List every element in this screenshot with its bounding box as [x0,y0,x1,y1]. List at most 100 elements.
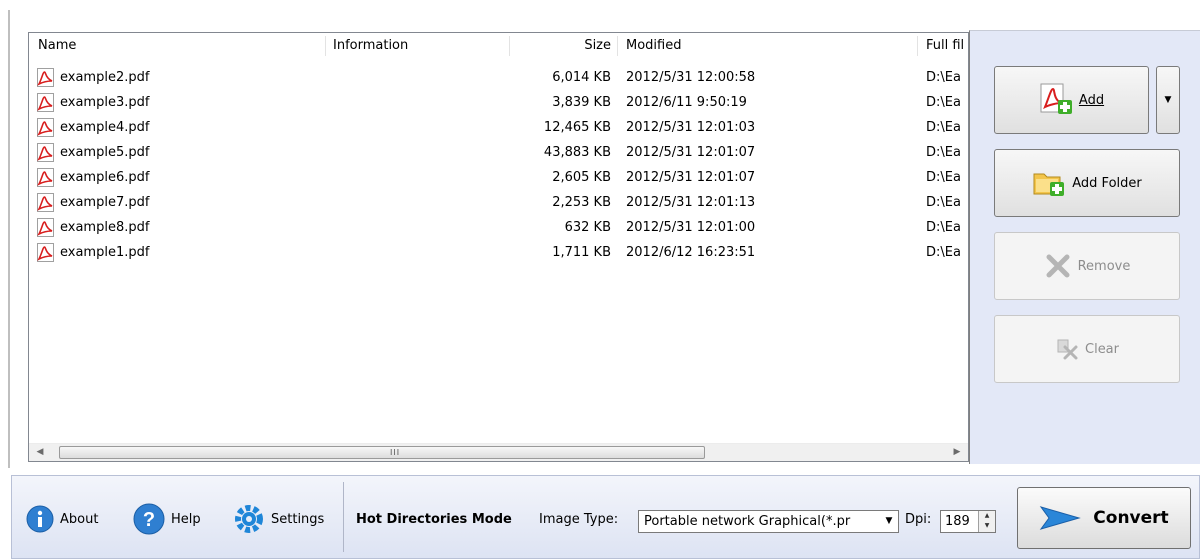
size-cell: 43,883 KB [543,145,611,160]
table-row[interactable]: example1.pdf 1,711 KB 2012/6/12 16:23:51 D:… [29,240,968,265]
full-path-cell: D:\Ea [926,170,961,185]
table-row[interactable]: example3.pdf 3,839 KB 2012/6/11 9:50:19 D:\… [29,90,968,115]
add-folder-icon [1033,173,1065,196]
clear-button[interactable]: Clear [994,315,1180,383]
image-type-select[interactable]: Portable network Graphical(*.pr ▼ [638,510,899,533]
table-row[interactable]: example8.pdf 632 KB 2012/5/31 12:01:00 D:\E… [29,215,968,240]
dpi-input[interactable]: 189 ▲ ▼ [940,510,996,533]
size-cell: 632 KB [564,220,611,235]
file-name-cell: example8.pdf [60,220,150,235]
about-button[interactable]: About [26,504,98,534]
spin-down-icon[interactable]: ▼ [979,521,995,531]
column-header-modified[interactable]: Modified [626,33,906,59]
file-list[interactable]: Name Information Size Modified Full fil … [28,32,969,462]
modified-cell: 2012/5/31 12:01:07 [626,170,756,185]
size-cell: 2,605 KB [552,170,611,185]
dpi-spinner[interactable]: ▲ ▼ [978,511,995,532]
dpi-label: Dpi: [905,504,931,534]
file-name-cell: example4.pdf [60,120,150,135]
table-row[interactable]: example5.pdf 43,883 KB 2012/5/31 12:01:07 D… [29,140,968,165]
dropdown-arrow-icon: ▼ [1164,95,1172,105]
pdf-file-icon [37,168,54,187]
add-folder-button-label: Add Folder [1072,175,1142,191]
hot-directories-mode-button[interactable]: Hot Directories Mode [356,504,512,534]
full-path-cell: D:\Ea [926,95,961,110]
add-button-label: Add [1078,92,1105,108]
chevron-down-icon[interactable]: ▼ [880,511,898,532]
gear-icon [235,505,263,533]
full-path-cell: D:\Ea [926,220,961,235]
scrollbar-grip-icon: III [390,448,401,457]
help-label: Help [171,511,201,527]
information-cell [333,190,503,215]
modified-cell: 2012/5/31 12:01:07 [626,145,756,160]
column-separator[interactable] [325,36,326,56]
full-path-cell: D:\Ea [926,195,961,210]
column-separator[interactable] [509,36,510,56]
settings-label: Settings [271,511,325,527]
spin-up-icon[interactable]: ▲ [979,511,995,521]
table-row[interactable]: example6.pdf 2,605 KB 2012/5/31 12:01:07 D:… [29,165,968,190]
dpi-label-text: Dpi: [905,511,932,527]
full-path-cell: D:\Ea [926,245,961,260]
list-header: Name Information Size Modified Full fil [29,33,968,59]
information-cell [333,215,503,240]
modified-cell: 2012/6/12 16:23:51 [626,245,756,260]
help-button[interactable]: ? Help [133,503,201,535]
window-left-edge [8,10,10,468]
information-cell [333,90,503,115]
pdf-file-icon [37,218,54,237]
column-header-name[interactable]: Name [38,33,318,59]
column-header-full-path[interactable]: Full fil [926,33,966,59]
full-path-cell: D:\Ea [926,70,961,85]
column-header-information[interactable]: Information [333,33,483,59]
add-folder-button[interactable]: Add Folder [994,149,1180,217]
image-type-label-text: Image Type: [539,511,619,527]
svg-text:?: ? [143,509,155,531]
full-path-cell: D:\Ea [926,145,961,160]
hot-directories-label: Hot Directories Mode [356,511,512,527]
column-header-size[interactable]: Size [515,33,611,59]
add-dropdown-button[interactable]: ▼ [1156,66,1180,134]
scroll-right-arrow-icon[interactable]: ▶ [948,444,966,461]
convert-arrow-icon [1040,506,1082,530]
pdf-file-icon [37,143,54,162]
add-pdf-icon [1040,83,1072,114]
pdf-file-icon [37,243,54,262]
remove-button-label: Remove [1077,258,1131,274]
information-cell [333,240,503,265]
size-cell: 3,839 KB [552,95,611,110]
add-button[interactable]: Add [994,66,1149,134]
pdf-file-icon [37,93,54,112]
modified-cell: 2012/6/11 9:50:19 [626,95,747,110]
image-type-value: Portable network Graphical(*.pr [644,514,851,529]
horizontal-scrollbar[interactable]: ◀ III ▶ [29,443,968,461]
information-cell [333,140,503,165]
scrollbar-thumb[interactable]: III [59,446,705,459]
remove-x-icon [1046,254,1070,278]
pdf-file-icon [37,68,54,87]
toolbar-separator [343,482,344,552]
scroll-left-arrow-icon[interactable]: ◀ [31,444,49,461]
settings-button[interactable]: Settings [233,504,324,534]
pdf-file-icon [37,118,54,137]
remove-button[interactable]: Remove [994,232,1180,300]
clear-button-label: Clear [1085,341,1119,357]
column-separator[interactable] [617,36,618,56]
file-name-cell: example3.pdf [60,95,150,110]
convert-label: Convert [1093,508,1169,528]
clear-broom-icon [1057,339,1078,360]
column-separator[interactable] [917,36,918,56]
help-icon: ? [133,503,165,535]
size-cell: 2,253 KB [552,195,611,210]
table-row[interactable]: example7.pdf 2,253 KB 2012/5/31 12:01:13 D:… [29,190,968,215]
modified-cell: 2012/5/31 12:01:03 [626,120,756,135]
table-row[interactable]: example4.pdf 12,465 KB 2012/5/31 12:01:03 D… [29,115,968,140]
dpi-value: 189 [945,514,970,529]
file-name-cell: example6.pdf [60,170,150,185]
information-cell [333,65,503,90]
information-cell [333,115,503,140]
table-row[interactable]: example2.pdf 6,014 KB 2012/5/31 12:00:58 D:… [29,65,968,90]
convert-button[interactable]: Convert [1017,487,1191,549]
file-name-cell: example1.pdf [60,245,150,260]
